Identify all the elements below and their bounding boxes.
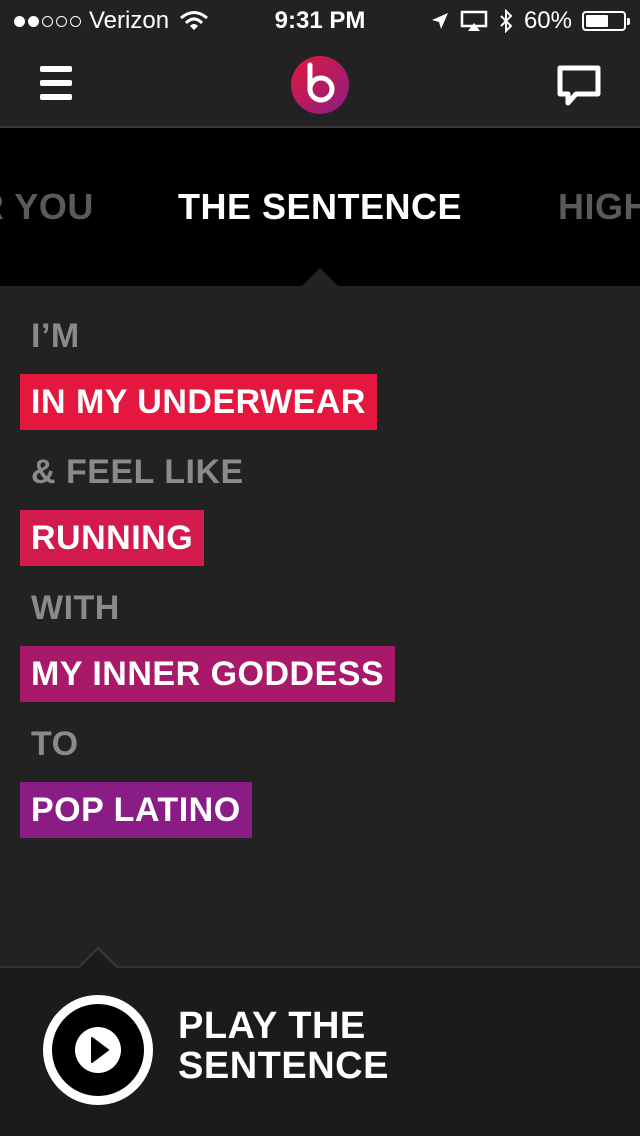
play-the-sentence-label[interactable]: PLAY THE SENTENCE [178,1006,389,1086]
play-label-line1: PLAY THE [178,1005,366,1047]
airplay-icon [460,10,488,31]
bluetooth-icon [500,9,513,33]
sentence-choice-genre[interactable]: POP LATINO [20,782,252,838]
sentence-word-with: WITH [31,589,120,627]
tab-the-sentence[interactable]: THE SENTENCE [0,186,640,228]
status-left: Verizon [14,7,209,35]
sentence-word-im: I’M [31,317,80,355]
nav-bar [0,40,640,126]
status-bar: Verizon 9:31 PM 60% [0,0,640,40]
sentence-word-feel-like: & FEEL LIKE [31,453,244,491]
play-label-line2: SENTENCE [178,1045,389,1087]
menu-button[interactable] [40,66,72,100]
sentence-choice-companion[interactable]: MY INNER GODDESS [20,646,396,702]
battery-percent: 60% [523,7,572,34]
status-right: 60% [430,7,630,35]
sentence-choice-activity[interactable]: RUNNING [20,510,205,566]
wifi-icon [180,11,209,30]
tab-next[interactable]: HIGH [558,186,640,228]
battery-icon [582,11,630,31]
location-arrow-icon [431,13,448,29]
signal-strength-icon [14,15,81,27]
chat-bubble-icon[interactable] [556,64,602,108]
sentence-builder: I’M IN MY UNDERWEAR & FEEL LIKE RUNNING … [0,286,640,966]
hamburger-icon [40,66,72,72]
sentence-word-to: TO [31,725,79,763]
play-button[interactable] [40,992,156,1108]
tab-indicator-arrow [302,268,338,286]
carrier-name: Verizon [89,7,170,34]
sentence-choice-place[interactable]: IN MY UNDERWEAR [20,374,377,430]
tab-carousel[interactable]: R YOU THE SENTENCE HIGH [0,128,640,286]
beats-logo[interactable] [290,55,350,115]
